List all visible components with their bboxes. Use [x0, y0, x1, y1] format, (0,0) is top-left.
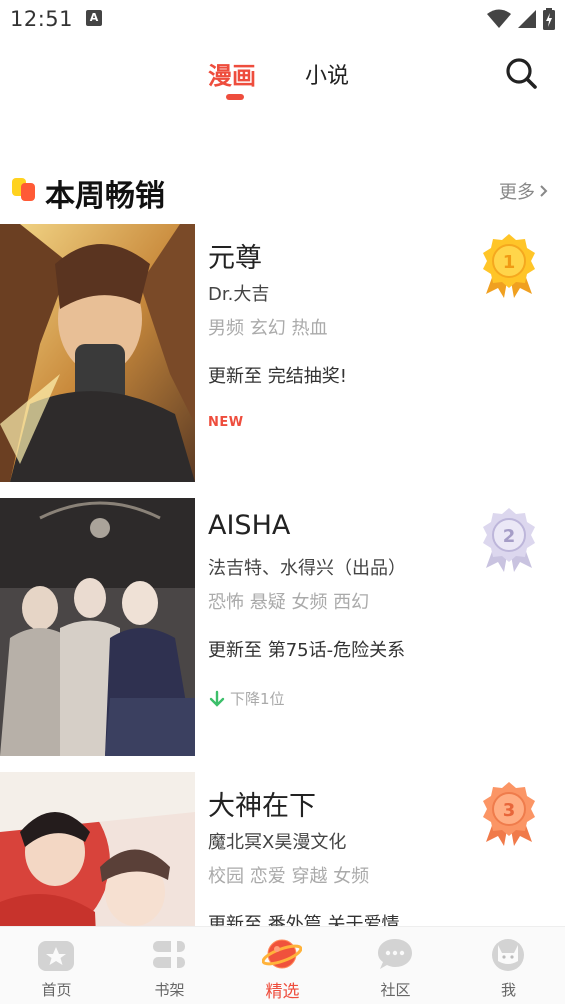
item-title: 元尊 [208, 243, 262, 274]
trend-label: 下降1位 [230, 690, 285, 708]
item-update: 更新至 完结抽奖! [208, 366, 347, 387]
cover-image[interactable] [0, 498, 195, 756]
item-title: 大神在下 [208, 791, 316, 822]
rank-3-medal-icon: 3 [483, 782, 535, 846]
rank-number: 1 [503, 252, 516, 273]
nav-home[interactable]: 首页 [0, 927, 113, 1004]
item-author: Dr.大吉 [208, 284, 270, 305]
item-author: 法吉特、水得兴（出品） [208, 558, 406, 579]
notification-icon: A [86, 10, 102, 26]
home-star-icon [38, 941, 74, 971]
item-author: 魔北冥X昊漫文化 [208, 832, 347, 853]
section-title: 本周畅销 [45, 179, 165, 214]
profile-cat-icon [492, 939, 524, 971]
more-link[interactable]: 更多 [499, 178, 549, 204]
tab-novel[interactable]: 小说 [305, 58, 349, 90]
list-item[interactable]: 元尊 Dr.大吉 男频 玄幻 热血 更新至 完结抽奖! NEW 1 [0, 224, 565, 482]
tab-comic[interactable]: 漫画 [208, 56, 256, 91]
item-update: 更新至 第75话-危险关系 [208, 640, 406, 661]
nav-label: 书架 [154, 981, 185, 999]
section-header: 本周畅销 更多 [0, 168, 565, 214]
item-title: AISHA [208, 510, 291, 541]
battery-icon [543, 8, 555, 30]
status-time: 12:51 [10, 7, 74, 31]
nav-label: 首页 [41, 981, 72, 999]
bookshelf-icon [153, 941, 185, 968]
rank-number: 3 [503, 800, 516, 821]
nav-label: 精选 [265, 982, 300, 1002]
wifi-icon [487, 9, 511, 28]
top-tab-bar: 漫画 小说 [0, 52, 565, 102]
item-tags: 男频 玄幻 热血 [208, 318, 328, 339]
nav-bookshelf[interactable]: 书架 [113, 927, 226, 1004]
rank-1-medal-icon: 1 [483, 234, 535, 298]
list-item[interactable]: AISHA 法吉特、水得兴（出品） 恐怖 悬疑 女频 西幻 更新至 第75话-危… [0, 498, 565, 756]
search-icon[interactable] [504, 56, 538, 90]
status-bar: 12:51 A [0, 0, 565, 38]
chat-bubble-icon [378, 939, 412, 969]
nav-community[interactable]: 社区 [339, 927, 452, 1004]
nav-featured[interactable]: 精选 [226, 927, 339, 1004]
item-tags: 恐怖 悬疑 女频 西幻 [208, 592, 370, 613]
nav-label: 社区 [380, 981, 411, 999]
rank-number: 2 [503, 526, 516, 547]
rank-2-medal-icon: 2 [483, 508, 535, 572]
new-badge: NEW [208, 415, 244, 430]
planet-icon [262, 939, 302, 969]
section-icon [12, 178, 35, 201]
more-label: 更多 [499, 182, 535, 203]
item-tags: 校园 恋爱 穿越 女频 [208, 866, 370, 887]
chevron-right-icon [540, 185, 548, 197]
active-tab-indicator [226, 94, 244, 100]
nav-me[interactable]: 我 [452, 927, 565, 1004]
cover-image[interactable] [0, 224, 195, 482]
rank-trend: 下降1位 [208, 688, 285, 709]
nav-label: 我 [500, 981, 516, 999]
signal-icon [518, 10, 536, 28]
bottom-nav: 首页 书架 精选 社区 我 [0, 926, 565, 1004]
status-indicators [487, 8, 555, 30]
arrow-down-icon [209, 690, 225, 707]
